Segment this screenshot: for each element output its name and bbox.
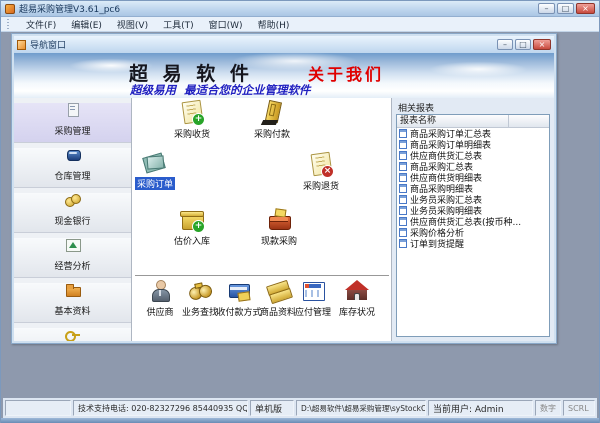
nav-window-body: 超 易 软 件 关于我们 超级易用 最适合您的企业管理软件 采购管理 仓库管理	[14, 53, 554, 341]
folder-icon	[65, 283, 81, 296]
nav-window-controls: – □ ×	[497, 39, 551, 50]
warehouse-building-icon	[344, 280, 370, 304]
app-icon	[5, 4, 15, 14]
menu-item-edit[interactable]: 编辑(E)	[71, 18, 102, 31]
window-title: 超易采购管理V3.61_pc6	[19, 2, 120, 15]
menu-bar: 文件(F) 编辑(E) 视图(V) 工具(T) 窗口(W) 帮助(H)	[1, 17, 599, 32]
category-sidebar: 采购管理 仓库管理 现金银行 经营分析	[14, 98, 132, 341]
navigation-window: 导航窗口 – □ × 超 易 软 件 关于我们 超级易用 最适合您的企业管理软件	[11, 33, 557, 344]
status-num-indicator: 数字	[535, 400, 561, 416]
report-doc-icon	[399, 206, 407, 215]
key-icon	[65, 328, 81, 341]
sidebar-item-cash-bank[interactable]: 现金银行	[14, 193, 131, 233]
report-doc-icon	[399, 129, 407, 138]
shortcut-valuation-inbound[interactable]: 估价入库	[162, 208, 222, 247]
status-support-phone: 技术支持电话: 020-82327296 85440935 QQ: 528135…	[73, 400, 248, 416]
menu-item-tools[interactable]: 工具(T)	[163, 18, 194, 31]
report-doc-icon	[399, 140, 407, 149]
report-doc-icon	[399, 184, 407, 193]
reports-panel-title: 相关报表	[398, 101, 554, 114]
report-doc-icon	[399, 195, 407, 204]
menu-grip[interactable]	[7, 19, 9, 29]
purchase-doc-icon	[65, 103, 81, 116]
status-edition-badge: 单机版	[250, 400, 294, 416]
window-controls: – □ ×	[538, 3, 595, 14]
menu-item-view[interactable]: 视图(V)	[117, 18, 148, 31]
banknote-icon	[259, 101, 285, 125]
report-empty-column-header[interactable]	[509, 115, 549, 127]
person-icon	[147, 280, 173, 304]
brand-slogan: 超级易用 最适合您的企业管理软件	[130, 82, 311, 98]
status-bar: 技术支持电话: 020-82327296 85440935 QQ: 528135…	[3, 398, 597, 418]
wallet-icon	[266, 208, 292, 232]
card-icon	[226, 280, 252, 304]
application-window: 超易采购管理V3.61_pc6 – □ × 文件(F) 编辑(E) 视图(V) …	[0, 0, 600, 423]
sidebar-item-purchase-mgmt[interactable]: 采购管理	[14, 103, 131, 143]
sidebar-item-system-maintenance[interactable]: 系统维护	[14, 328, 131, 341]
toolbar-payables-mgmt[interactable]: 应付管理	[289, 280, 337, 318]
nav-window-titlebar[interactable]: 导航窗口 – □ ×	[14, 36, 554, 53]
nav-window-title: 导航窗口	[30, 38, 66, 51]
about-us-link[interactable]: 关于我们	[308, 61, 384, 85]
status-empty-segment	[5, 400, 71, 416]
report-doc-icon	[399, 239, 407, 248]
toolbar-inventory-status[interactable]: 库存状况	[333, 280, 381, 318]
report-doc-icon	[399, 173, 407, 182]
chart-icon	[65, 238, 81, 251]
sidebar-item-warehouse-mgmt[interactable]: 仓库管理	[14, 148, 131, 188]
shortcut-purchase-receiving[interactable]: 采购收货	[162, 101, 222, 140]
grid-table-icon	[300, 280, 326, 304]
shortcut-purchase-order[interactable]: 采购订单	[125, 151, 185, 190]
report-doc-icon	[399, 151, 407, 160]
status-db-path: D:\超易软件\超易采购管理\syStockC.sys	[296, 400, 426, 416]
window-titlebar: 超易采购管理V3.61_pc6 – □ ×	[1, 1, 599, 17]
warehouse-icon	[65, 148, 81, 161]
goods-icon	[265, 280, 291, 304]
doc-plus-icon	[179, 101, 205, 125]
banner: 超 易 软 件 关于我们 超级易用 最适合您的企业管理软件	[14, 53, 554, 98]
status-scrl-indicator: SCRL	[563, 400, 595, 416]
coins-icon	[65, 193, 81, 206]
maximize-icon[interactable]: □	[557, 3, 574, 14]
shortcut-cash-purchase[interactable]: 现款采购	[249, 208, 309, 247]
nav-close-icon[interactable]: ×	[533, 39, 551, 50]
window-bottom-border	[1, 418, 599, 423]
report-name-column-header[interactable]: 报表名称	[397, 115, 509, 127]
shortcut-panel: 采购收货 采购付款 采购订单 采购退货	[133, 98, 391, 341]
menu-item-help[interactable]: 帮助(H)	[258, 18, 290, 31]
sidebar-item-basic-data[interactable]: 基本资料	[14, 283, 131, 323]
minimize-icon[interactable]: –	[538, 3, 555, 14]
close-icon[interactable]: ×	[576, 3, 595, 14]
teal-doc-icon	[142, 151, 168, 175]
sidebar-item-business-analysis[interactable]: 经营分析	[14, 238, 131, 278]
menu-item-window[interactable]: 窗口(W)	[209, 18, 243, 31]
menu-item-file[interactable]: 文件(F)	[26, 18, 56, 31]
binoculars-icon	[185, 278, 215, 307]
report-item[interactable]: 订单到货提醒	[397, 238, 549, 249]
report-doc-icon	[399, 162, 407, 171]
nav-maximize-icon[interactable]: □	[515, 39, 531, 50]
box-plus-icon	[179, 208, 205, 232]
shortcut-purchase-payment[interactable]: 采购付款	[242, 101, 302, 140]
mdi-area: 导航窗口 – □ × 超 易 软 件 关于我们 超级易用 最适合您的企业管理软件	[3, 32, 597, 398]
report-doc-icon	[399, 228, 407, 237]
toolbar-divider	[135, 275, 389, 277]
doc-x-icon	[308, 153, 334, 177]
status-current-user: 当前用户: Admin	[428, 400, 533, 416]
related-reports-panel: 相关报表 报表名称 商品采购订单汇总表 商品采购订单明细表	[391, 98, 554, 341]
nav-window-icon	[17, 40, 26, 50]
report-doc-icon	[399, 217, 407, 226]
nav-minimize-icon[interactable]: –	[497, 39, 513, 50]
shortcut-purchase-return[interactable]: 采购退货	[291, 153, 351, 192]
reports-list: 报表名称 商品采购订单汇总表 商品采购订单明细表 供应商供货汇总表	[396, 114, 550, 337]
